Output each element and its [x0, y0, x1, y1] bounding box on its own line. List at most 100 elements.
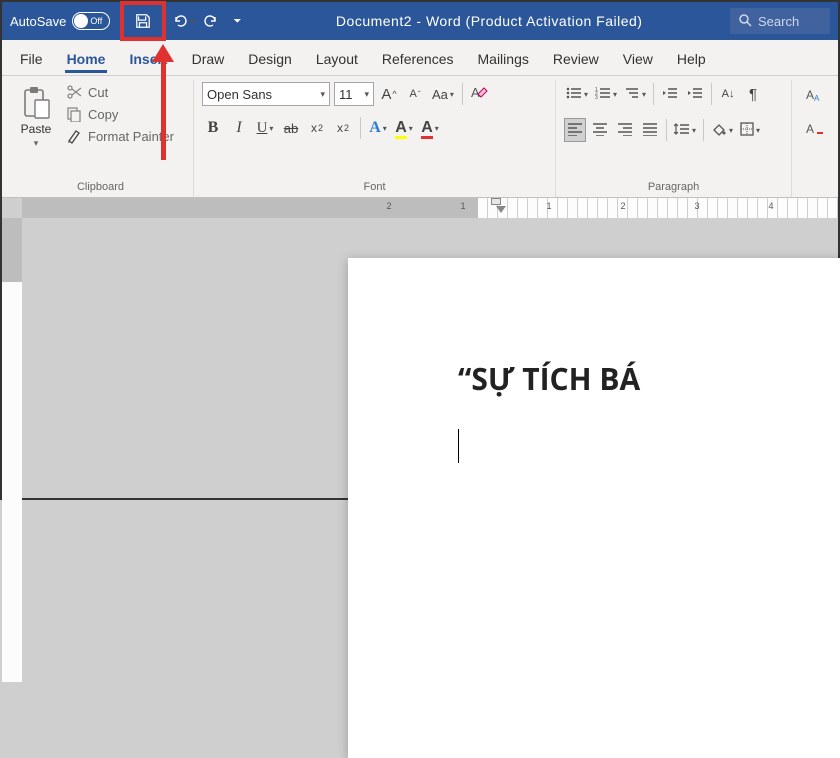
paste-label: Paste — [21, 122, 52, 136]
tab-file[interactable]: File — [8, 43, 55, 75]
grow-font-button[interactable]: A^ — [378, 82, 400, 106]
save-icon — [135, 13, 151, 29]
font-color-button[interactable]: A▾ — [419, 116, 441, 140]
svg-text:A: A — [471, 85, 480, 100]
line-spacing-button[interactable]: ▾ — [672, 118, 698, 142]
group-font: Open Sans▾ 11▾ A^ Aˇ Aa▾ A B I U▾ ab x2 … — [194, 80, 556, 197]
align-center-button[interactable] — [589, 118, 611, 142]
save-button[interactable] — [120, 1, 166, 41]
bucket-icon — [711, 122, 727, 139]
align-right-button[interactable] — [614, 118, 636, 142]
group-clipboard: Paste ▾ Cut Copy — [8, 80, 194, 197]
title-bar: AutoSave Off ▾ ⏷ Document2 - Word (Produ… — [2, 2, 838, 40]
style-more-button[interactable]: A — [804, 118, 826, 142]
borders-button[interactable]: ▾ — [738, 118, 762, 142]
copy-button[interactable]: Copy — [66, 106, 174, 122]
tab-insert[interactable]: Insert — [117, 43, 179, 75]
tab-review[interactable]: Review — [541, 43, 611, 75]
ribbon: Paste ▾ Cut Copy — [2, 76, 838, 198]
numbering-icon: 123 — [595, 86, 611, 103]
styles-button[interactable]: AA — [804, 84, 826, 108]
underline-button[interactable]: U▾ — [254, 116, 276, 140]
document-title: Document2 - Word (Product Activation Fai… — [252, 13, 726, 29]
separator — [703, 119, 704, 141]
toggle-state: Off — [90, 16, 102, 26]
tab-view[interactable]: View — [611, 43, 665, 75]
styles-icon: AA — [806, 87, 824, 106]
eraser-a-icon: A — [471, 85, 489, 104]
copy-label: Copy — [88, 107, 118, 122]
superscript-button[interactable]: x2 — [332, 116, 354, 140]
bullets-button[interactable]: ▾ — [564, 82, 590, 106]
group-paragraph-label: Paragraph — [564, 179, 783, 197]
paste-button[interactable]: Paste ▾ — [16, 82, 56, 179]
font-name-combo[interactable]: Open Sans▾ — [202, 82, 330, 106]
align-left-icon — [567, 122, 583, 139]
document-area: 21 12345 “SỰ TÍCH BÁ — [2, 198, 838, 498]
toggle-switch[interactable]: Off — [72, 12, 110, 30]
format-painter-label: Format Painter — [88, 129, 174, 144]
numbering-button[interactable]: 123▾ — [593, 82, 619, 106]
font-size-combo[interactable]: 11▾ — [334, 82, 374, 106]
text-effects-button[interactable]: A▾ — [367, 116, 389, 140]
vertical-ruler[interactable] — [2, 218, 22, 498]
autosave-toggle[interactable]: AutoSave Off — [10, 12, 110, 30]
strikethrough-button[interactable]: ab — [280, 116, 302, 140]
search-box[interactable]: Search — [730, 8, 830, 34]
tab-draw[interactable]: Draw — [180, 43, 237, 75]
change-case-button[interactable]: Aa▾ — [430, 82, 456, 106]
paste-icon — [21, 86, 51, 120]
svg-text:A: A — [806, 122, 814, 136]
horizontal-ruler[interactable]: 21 12345 — [22, 198, 838, 218]
justify-icon — [642, 122, 658, 139]
undo-button[interactable]: ▾ — [170, 9, 196, 33]
line-spacing-icon — [674, 122, 690, 139]
tab-help[interactable]: Help — [665, 43, 718, 75]
customize-qat-button[interactable]: ⏷ — [226, 9, 248, 33]
chevron-down-icon: ▾ — [34, 138, 39, 149]
multilevel-button[interactable]: ▾ — [622, 82, 648, 106]
align-right-icon — [617, 122, 633, 139]
tab-layout[interactable]: Layout — [304, 43, 370, 75]
document-heading: “SỰ TÍCH BÁ — [458, 358, 840, 399]
svg-text:A: A — [814, 94, 820, 103]
bullets-icon — [566, 86, 582, 103]
tab-design[interactable]: Design — [236, 43, 304, 75]
cut-button[interactable]: Cut — [66, 84, 174, 100]
redo-button[interactable] — [200, 9, 222, 33]
clear-formatting-button[interactable]: A — [469, 82, 491, 106]
style-more-icon: A — [806, 121, 824, 140]
increase-indent-button[interactable] — [684, 82, 706, 106]
shading-button[interactable]: ▾ — [709, 118, 735, 142]
text-cursor — [458, 429, 459, 463]
subscript-button[interactable]: x2 — [306, 116, 328, 140]
scissors-icon — [66, 84, 82, 100]
outdent-icon — [662, 86, 678, 103]
borders-icon — [740, 122, 754, 139]
indent-icon — [687, 86, 703, 103]
justify-button[interactable] — [639, 118, 661, 142]
pilcrow-icon: ¶ — [749, 86, 757, 103]
shrink-font-button[interactable]: Aˇ — [404, 82, 426, 106]
toggle-knob — [74, 14, 88, 28]
format-painter-button[interactable]: Format Painter — [66, 128, 174, 144]
group-clipboard-label: Clipboard — [16, 179, 185, 197]
highlight-button[interactable]: A▾ — [393, 116, 415, 140]
align-left-button[interactable] — [564, 118, 586, 142]
group-styles-partial: AA A — [792, 80, 832, 197]
bold-button[interactable]: B — [202, 116, 224, 140]
first-line-indent-marker[interactable] — [491, 198, 501, 205]
document-page[interactable]: “SỰ TÍCH BÁ — [348, 258, 840, 758]
align-center-icon — [592, 122, 608, 139]
tab-home[interactable]: Home — [55, 43, 118, 75]
italic-button[interactable]: I — [228, 116, 250, 140]
sort-button[interactable]: A↓ — [717, 82, 739, 106]
separator — [653, 83, 654, 105]
tab-mailings[interactable]: Mailings — [466, 43, 541, 75]
separator — [360, 117, 361, 139]
hanging-indent-marker[interactable] — [496, 206, 506, 213]
show-marks-button[interactable]: ¶ — [742, 82, 764, 106]
tab-references[interactable]: References — [370, 43, 466, 75]
multilevel-icon — [624, 86, 640, 103]
decrease-indent-button[interactable] — [659, 82, 681, 106]
